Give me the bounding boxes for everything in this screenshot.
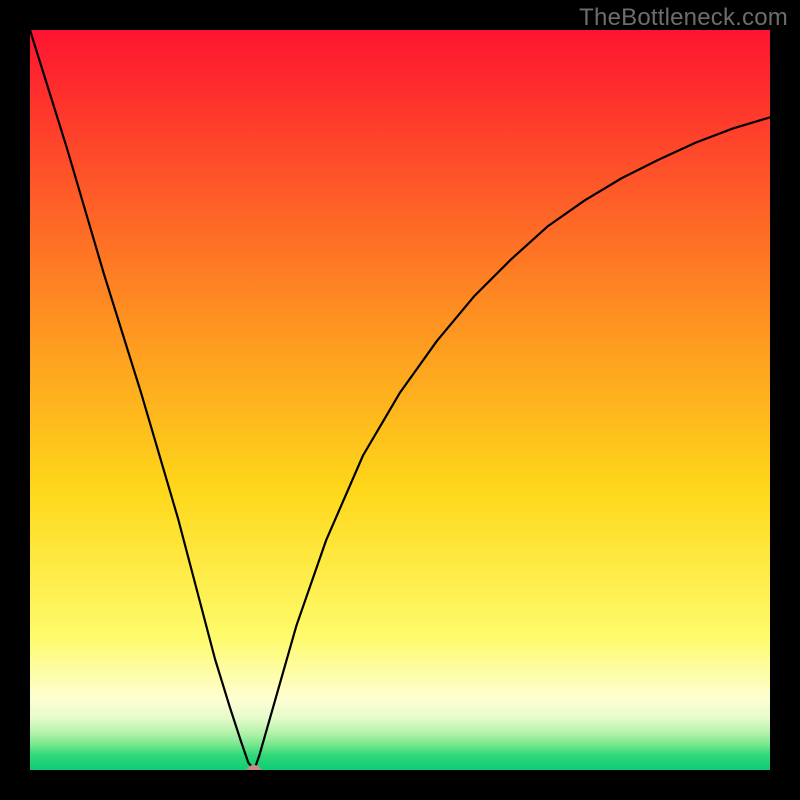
chart-background bbox=[30, 30, 770, 770]
watermark-text: TheBottleneck.com bbox=[579, 4, 788, 32]
chart-frame: TheBottleneck.com bbox=[0, 0, 800, 800]
chart-svg bbox=[30, 30, 770, 770]
plot-area bbox=[30, 30, 770, 770]
